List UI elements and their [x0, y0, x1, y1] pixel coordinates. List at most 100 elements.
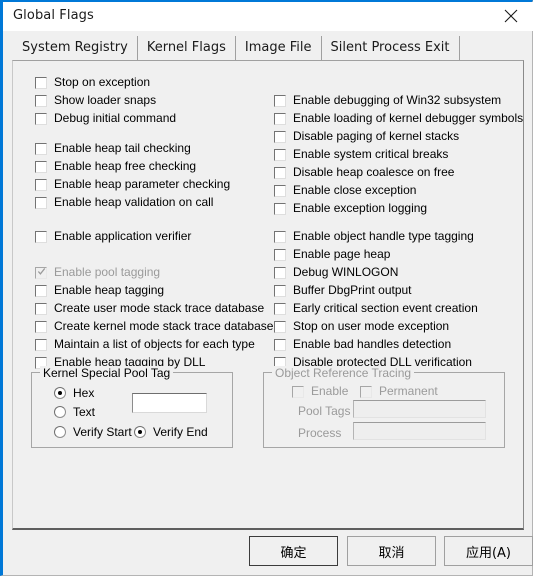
radio-verify-end[interactable]: Verify End [134, 424, 208, 440]
group-kernel-special-pool-tag: Kernel Special Pool Tag Hex Text Verify … [31, 366, 233, 448]
checkbox-enable-object-handle-type-tagging[interactable]: Enable object handle type tagging [274, 228, 474, 245]
checkbox-enable-close-exception[interactable]: Enable close exception [274, 182, 416, 199]
checkbox-box [360, 385, 372, 398]
checkbox-box [35, 196, 47, 209]
pool-tags-input [353, 400, 486, 418]
checkbox-create-user-mode-stack-trace-database[interactable]: Create user mode stack trace database [35, 300, 264, 317]
tab-silent-process-exit[interactable]: Silent Process Exit [321, 36, 460, 60]
cancel-button-label: 取消 [378, 545, 405, 561]
radio-circle [54, 426, 66, 438]
checkbox-box [274, 184, 286, 197]
tab-strip: System Registry Kernel Flags Image File … [13, 35, 460, 60]
process-label: Process [298, 426, 342, 440]
checkbox-box [35, 112, 47, 125]
checkbox-box [35, 230, 47, 243]
title-bar: Global Flags [3, 2, 533, 31]
checkbox-enable-debugging-of-win32-subsystem[interactable]: Enable debugging of Win32 subsystem [274, 92, 501, 109]
checkbox-disable-heap-coalesce-on-free[interactable]: Disable heap coalesce on free [274, 164, 454, 181]
tab-label: Image File [244, 40, 312, 55]
checkbox-box [274, 112, 286, 125]
checkbox-stop-on-exception[interactable]: Stop on exception [35, 74, 150, 91]
checkbox-enable-heap-free-checking[interactable]: Enable heap free checking [35, 158, 196, 175]
tab-kernel-flags[interactable]: Kernel Flags [137, 36, 236, 60]
checkbox-label: Debug WINLOGON [293, 265, 399, 279]
checkbox-label: Disable heap coalesce on free [293, 165, 455, 179]
radio-circle [134, 426, 146, 438]
checkbox-maintain-a-list-of-objects-for-each-type[interactable]: Maintain a list of objects for each type [35, 336, 255, 353]
cancel-button[interactable]: 取消 [347, 536, 436, 566]
checkbox-box [292, 385, 304, 398]
checkbox-label: Permanent [379, 384, 438, 398]
checkbox-permanent: Permanent [360, 383, 438, 400]
global-flags-window: Global Flags System Registry Kernel Flag… [0, 0, 533, 576]
checkbox-enable-bad-handles-detection[interactable]: Enable bad handles detection [274, 336, 451, 353]
checkbox-box [274, 248, 286, 261]
checkbox-enable-heap-tail-checking[interactable]: Enable heap tail checking [35, 140, 191, 157]
checkbox-box [35, 178, 47, 191]
ok-button[interactable]: 确定 [249, 536, 338, 566]
checkbox-enable-heap-tagging[interactable]: Enable heap tagging [35, 282, 164, 299]
checkbox-label: Maintain a list of objects for each type [54, 337, 255, 351]
radio-circle [54, 387, 66, 399]
checkbox-stop-on-user-mode-exception[interactable]: Stop on user mode exception [274, 318, 449, 335]
checkbox-buffer-dbgprint-output[interactable]: Buffer DbgPrint output [274, 282, 412, 299]
checkbox-label: Enable bad handles detection [293, 337, 452, 351]
checkbox-label: Enable debugging of Win32 subsystem [293, 93, 502, 107]
checkbox-box [274, 320, 286, 333]
radio-label: Hex [73, 385, 95, 400]
checkbox-box [35, 302, 47, 315]
apply-button[interactable]: 应用(A) [444, 536, 533, 566]
process-input [353, 422, 486, 440]
close-icon[interactable] [489, 2, 533, 30]
checkbox-enable-heap-validation-on-call[interactable]: Enable heap validation on call [35, 194, 213, 211]
checkbox-label: Enable application verifier [54, 229, 192, 243]
checkbox-label: Create kernel mode stack trace database [54, 319, 274, 333]
checkbox-box [35, 142, 47, 155]
checkbox-enable-exception-logging[interactable]: Enable exception logging [274, 200, 427, 217]
checkbox-create-kernel-mode-stack-trace-database[interactable]: Create kernel mode stack trace database [35, 318, 273, 335]
checkbox-debug-winlogon[interactable]: Debug WINLOGON [274, 264, 398, 281]
checkbox-label: Stop on exception [54, 75, 151, 89]
tab-label: System Registry [22, 40, 128, 55]
tab-image-file[interactable]: Image File [235, 36, 322, 60]
checkbox-label: Enable heap tail checking [54, 141, 191, 155]
group-title: Kernel Special Pool Tag [40, 366, 174, 380]
checkbox-box [274, 230, 286, 243]
checkbox-box [274, 302, 286, 315]
apply-button-label: 应用(A) [465, 545, 512, 561]
radio-label: Verify Start [73, 424, 132, 439]
checkbox-enable-heap-parameter-checking[interactable]: Enable heap parameter checking [35, 176, 230, 193]
checkbox-label: Enable page heap [293, 247, 391, 261]
checkbox-box [35, 76, 47, 89]
tab-label: Silent Process Exit [330, 40, 450, 55]
checkbox-label: Enable system critical breaks [293, 147, 449, 161]
checkbox-label: Enable heap tagging [54, 283, 165, 297]
tab-content-panel: Stop on exception Show loader snaps Debu… [12, 60, 524, 530]
checkbox-box [274, 202, 286, 215]
checkbox-disable-paging-of-kernel-stacks[interactable]: Disable paging of kernel stacks [274, 128, 459, 145]
radio-label: Text [73, 404, 96, 419]
window-title: Global Flags [13, 8, 94, 23]
checkbox-enable-object-reference-tracing: Enable [292, 383, 348, 400]
checkbox-label: Enable loading of kernel debugger symbol… [293, 111, 524, 125]
checkbox-box [35, 320, 47, 333]
checkbox-show-loader-snaps[interactable]: Show loader snaps [35, 92, 156, 109]
radio-verify-start[interactable]: Verify Start [54, 424, 132, 440]
checkbox-box [274, 284, 286, 297]
checkbox-debug-initial-command[interactable]: Debug initial command [35, 110, 176, 127]
checkbox-early-critical-section-event-creation[interactable]: Early critical section event creation [274, 300, 478, 317]
pool-tag-input[interactable] [132, 393, 207, 413]
radio-text[interactable]: Text [54, 404, 95, 420]
radio-hex[interactable]: Hex [54, 385, 94, 401]
checkbox-enable-page-heap[interactable]: Enable page heap [274, 246, 390, 263]
checkbox-box [274, 266, 286, 279]
checkbox-box [274, 148, 286, 161]
tab-label: Kernel Flags [146, 40, 226, 55]
checkbox-label: Enable pool tagging [54, 265, 161, 279]
tab-system-registry[interactable]: System Registry [13, 36, 138, 60]
checkbox-enable-system-critical-breaks[interactable]: Enable system critical breaks [274, 146, 448, 163]
checkbox-enable-loading-of-kernel-debugger-symbols[interactable]: Enable loading of kernel debugger symbol… [274, 110, 523, 127]
checkbox-label: Enable heap validation on call [54, 195, 214, 209]
checkbox-enable-application-verifier[interactable]: Enable application verifier [35, 228, 191, 245]
group-title: Object Reference Tracing [272, 366, 415, 380]
